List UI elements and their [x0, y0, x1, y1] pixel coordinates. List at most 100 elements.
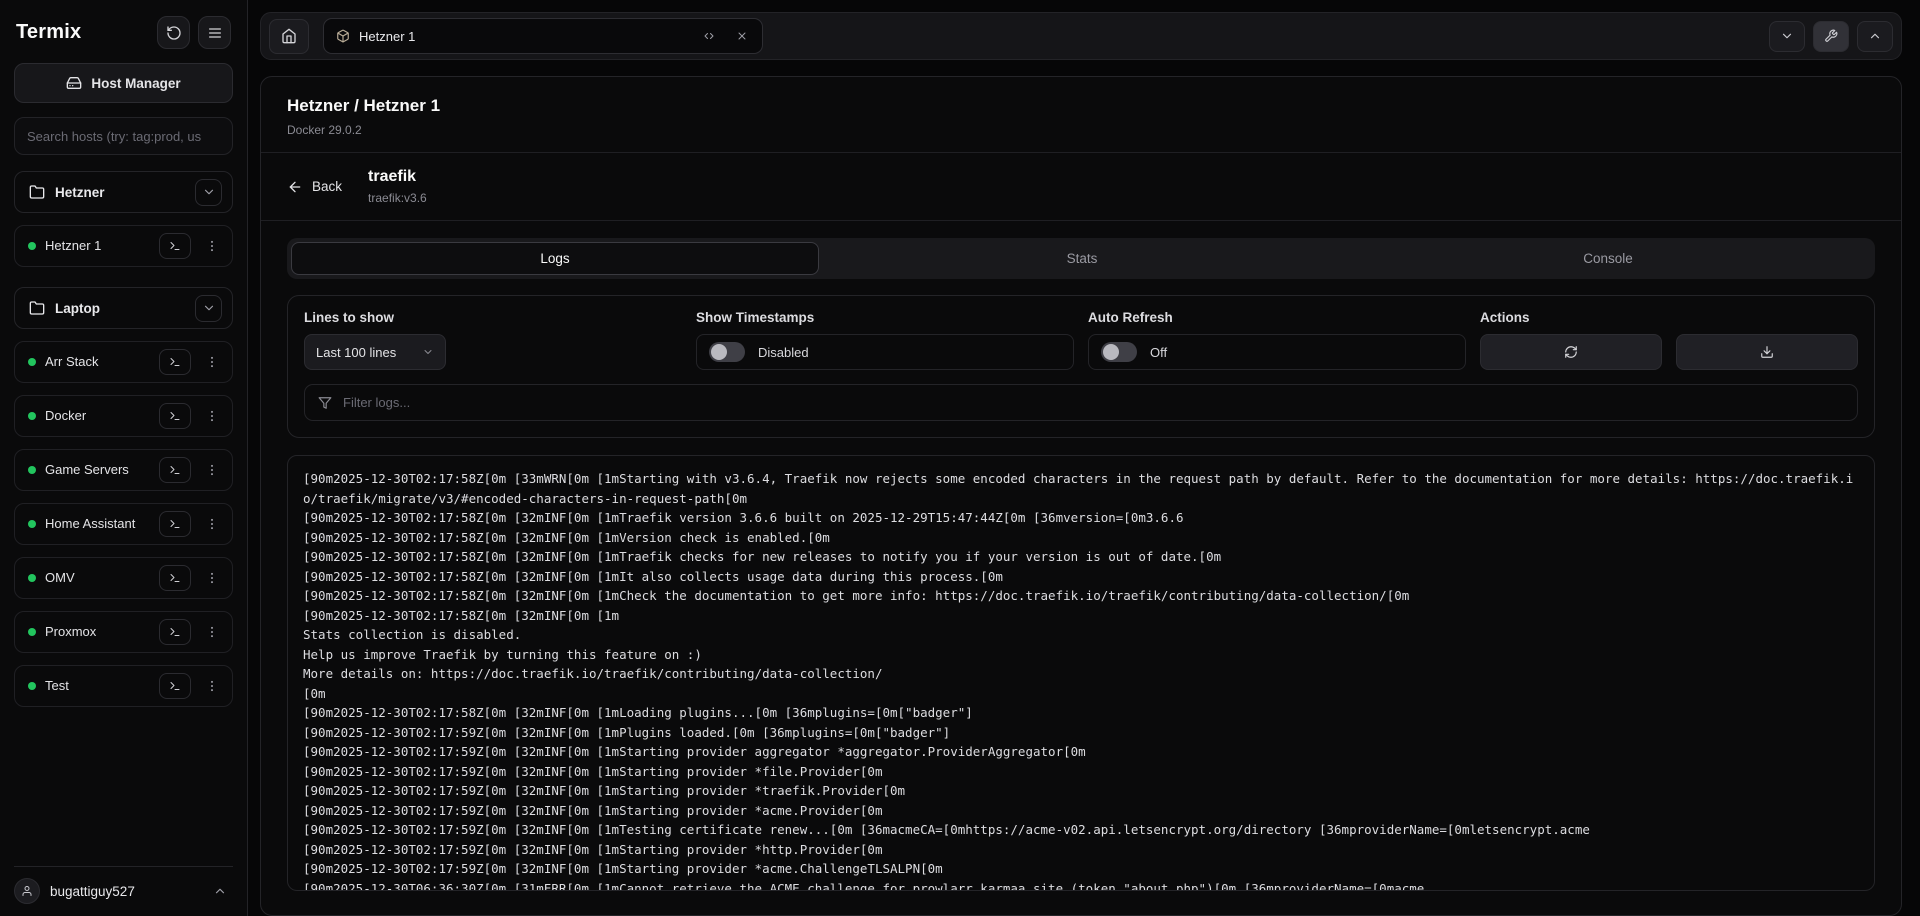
menu-button[interactable] [198, 16, 231, 49]
status-dot [28, 466, 36, 474]
terminal-icon [169, 518, 181, 530]
host-item[interactable]: Proxmox [14, 611, 233, 653]
log-line: [90m2025-12-30T02:17:58Z[0m [32mINF[0m [… [303, 586, 1859, 606]
collapse-button[interactable] [1769, 21, 1805, 52]
host-menu-button[interactable] [200, 233, 224, 259]
host-menu-button[interactable] [200, 565, 224, 591]
wrench-icon [1824, 29, 1838, 43]
back-button[interactable]: Back [287, 179, 342, 195]
host-name: Game Servers [45, 462, 129, 479]
host-item[interactable]: Hetzner 1 [14, 225, 233, 267]
host-item[interactable]: Docker [14, 395, 233, 437]
log-line: [90m2025-12-30T02:17:59Z[0m [32mINF[0m [… [303, 859, 1859, 879]
download-logs-button[interactable] [1676, 334, 1858, 370]
close-icon [736, 30, 748, 42]
kebab-icon [205, 239, 219, 253]
download-icon [1760, 345, 1774, 359]
log-line: Stats collection is disabled. [303, 625, 1859, 645]
autorefresh-box: Off [1088, 334, 1466, 370]
chevron-down-icon [1780, 29, 1794, 43]
container-name: traefik [368, 168, 427, 186]
log-line: [90m2025-12-30T02:17:58Z[0m [32mINF[0m [… [303, 703, 1859, 723]
log-line: Help us improve Traefik by turning this … [303, 645, 1859, 665]
terminal-button[interactable] [159, 673, 191, 699]
expand-button[interactable] [1857, 21, 1893, 52]
filter-input[interactable] [343, 395, 1844, 410]
terminal-button[interactable] [159, 233, 191, 259]
host-name: Test [45, 678, 69, 695]
terminal-button[interactable] [159, 403, 191, 429]
terminal-button[interactable] [159, 511, 191, 537]
host-item[interactable]: Arr Stack [14, 341, 233, 383]
group-header[interactable]: Laptop [14, 287, 233, 329]
host-menu-button[interactable] [200, 403, 224, 429]
reload-button[interactable] [157, 16, 190, 49]
reload-icon [166, 25, 182, 41]
terminal-button[interactable] [159, 619, 191, 645]
host-group-hetzner: Hetzner Hetzner 1 [14, 171, 233, 267]
host-item[interactable]: Test [14, 665, 233, 707]
main-area: Hetzner 1 Hetzner / Hetzner 1 Docker 29 [248, 0, 1920, 916]
refresh-logs-button[interactable] [1480, 334, 1662, 370]
filter-icon [318, 396, 332, 410]
sidebar-footer[interactable]: bugattiguy527 [14, 866, 233, 904]
home-button[interactable] [269, 19, 309, 54]
log-line: [90m2025-12-30T02:17:58Z[0m [32mINF[0m [… [303, 547, 1859, 567]
lines-select[interactable]: Last 100 lines [304, 334, 446, 370]
host-menu-button[interactable] [200, 673, 224, 699]
tab-console[interactable]: Console [1345, 242, 1871, 275]
autorefresh-toggle[interactable] [1101, 342, 1137, 362]
host-menu-button[interactable] [200, 349, 224, 375]
timestamps-toggle[interactable] [709, 342, 745, 362]
group-collapse-button[interactable] [195, 295, 222, 322]
group-name: Laptop [55, 301, 100, 316]
split-view-button[interactable] [697, 24, 721, 48]
group-collapse-button[interactable] [195, 179, 222, 206]
log-line: [90m2025-12-30T02:17:59Z[0m [32mINF[0m [… [303, 801, 1859, 821]
host-item[interactable]: Home Assistant [14, 503, 233, 545]
terminal-icon [169, 680, 181, 692]
hard-drive-icon [66, 75, 82, 91]
host-item[interactable]: Game Servers [14, 449, 233, 491]
log-line: [90m2025-12-30T02:17:58Z[0m [32mINF[0m [… [303, 528, 1859, 548]
terminal-button[interactable] [159, 457, 191, 483]
filter-box [304, 384, 1858, 421]
host-name: Proxmox [45, 624, 96, 641]
user-menu-button[interactable] [207, 878, 233, 904]
actions-label: Actions [1480, 310, 1858, 325]
terminal-button[interactable] [159, 349, 191, 375]
terminal-button[interactable] [159, 565, 191, 591]
lines-control: Lines to show Last 100 lines [304, 310, 682, 370]
container-icon [336, 29, 350, 43]
lines-value: Last 100 lines [316, 345, 396, 360]
log-line: More details on: https://doc.traefik.io/… [303, 664, 1859, 684]
status-dot [28, 682, 36, 690]
group-header[interactable]: Hetzner [14, 171, 233, 213]
host-panel: Hetzner / Hetzner 1 Docker 29.0.2 Back t… [260, 76, 1902, 916]
tab-logs[interactable]: Logs [291, 242, 819, 275]
host-group-laptop: Laptop Arr Stack [14, 287, 233, 707]
breadcrumb: Hetzner / Hetzner 1 [287, 96, 1875, 116]
home-icon [281, 28, 297, 44]
tab-stats[interactable]: Stats [819, 242, 1345, 275]
close-tab-button[interactable] [730, 24, 754, 48]
avatar [14, 878, 40, 904]
host-item[interactable]: OMV [14, 557, 233, 599]
log-controls: Lines to show Last 100 lines Show Timest… [287, 295, 1875, 438]
tools-button[interactable] [1813, 21, 1849, 52]
tab-hetzner-1[interactable]: Hetzner 1 [323, 18, 763, 54]
status-dot [28, 520, 36, 528]
host-menu-button[interactable] [200, 619, 224, 645]
actions-control: Actions [1480, 310, 1858, 370]
host-menu-button[interactable] [200, 511, 224, 537]
status-dot [28, 574, 36, 582]
log-line: [90m2025-12-30T02:17:59Z[0m [32mINF[0m [… [303, 820, 1859, 840]
timestamps-label: Show Timestamps [696, 310, 1074, 325]
search-input[interactable] [14, 117, 233, 155]
host-manager-button[interactable]: Host Manager [14, 63, 233, 103]
terminal-icon [169, 464, 181, 476]
log-output[interactable]: [90m2025-12-30T02:17:58Z[0m [33mWRN[0m [… [287, 455, 1875, 891]
host-menu-button[interactable] [200, 457, 224, 483]
container-image: traefik:v3.6 [368, 191, 427, 205]
log-line: [90m2025-12-30T02:17:58Z[0m [33mWRN[0m [… [303, 469, 1859, 508]
